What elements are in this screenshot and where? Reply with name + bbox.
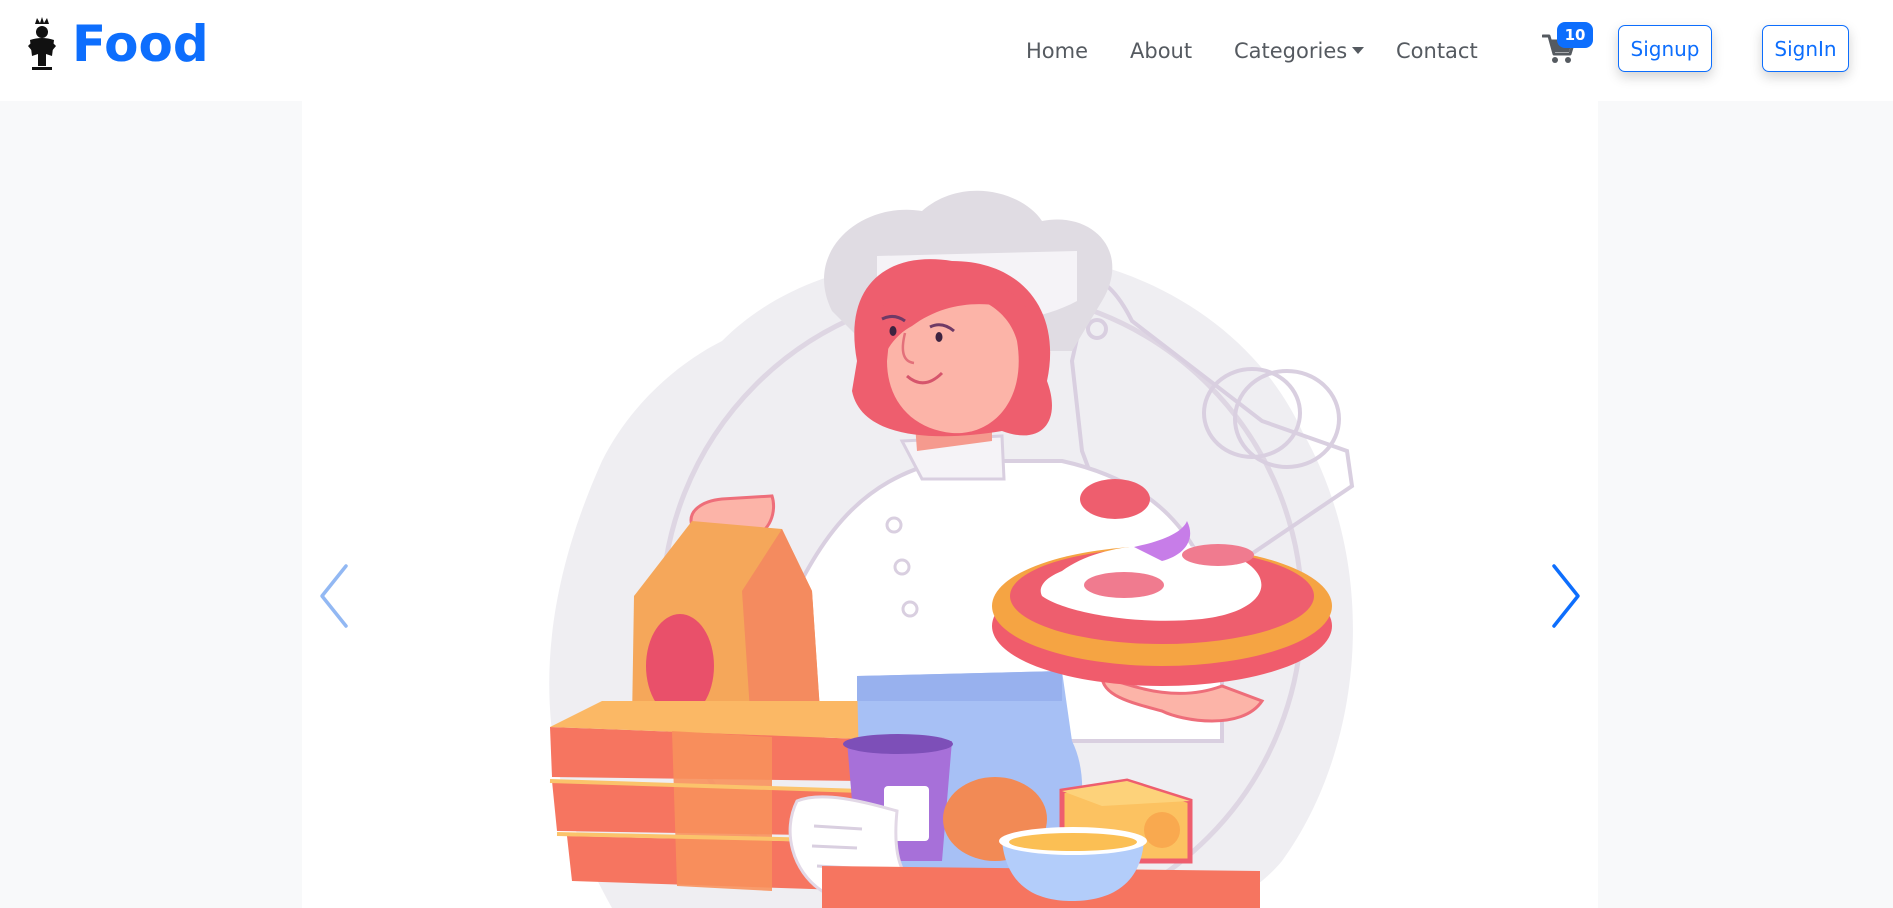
nav-link-contact[interactable]: Contact — [1396, 38, 1478, 64]
signin-button[interactable]: SignIn — [1762, 25, 1849, 72]
brand-name: Food — [72, 15, 209, 73]
caret-down-icon — [1352, 46, 1365, 54]
nav-dropdown-categories-label: Categories — [1234, 39, 1348, 63]
crowned-figure-icon — [28, 17, 56, 70]
signup-button[interactable]: Signup — [1618, 25, 1712, 72]
hero-carousel — [302, 101, 1598, 908]
brand-link[interactable]: Food — [24, 14, 209, 74]
nav-dropdown-categories[interactable]: Categories — [1234, 38, 1365, 64]
nav-link-home[interactable]: Home — [1026, 38, 1088, 64]
chef-with-pizza-illustration — [549, 190, 1355, 908]
navbar: Food Home About Categories Contact 10 Si… — [0, 0, 1893, 101]
cart-count-badge: 10 — [1557, 22, 1593, 48]
chevron-left-icon[interactable] — [312, 556, 356, 636]
nav-link-about[interactable]: About — [1130, 38, 1192, 64]
chevron-right-icon[interactable] — [1544, 556, 1588, 636]
